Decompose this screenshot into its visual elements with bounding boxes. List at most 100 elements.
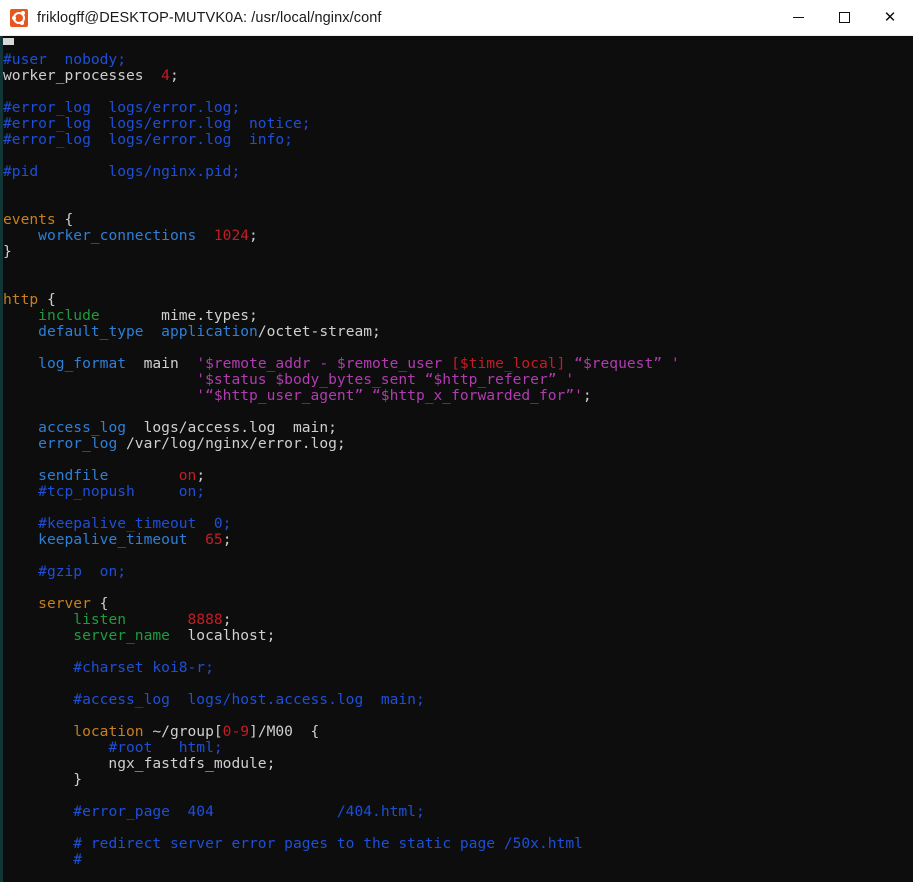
code-line[interactable]: #gzip on;: [0, 564, 913, 580]
code-line[interactable]: [0, 676, 913, 692]
code-line[interactable]: # redirect server error pages to the sta…: [0, 836, 913, 852]
code-line[interactable]: [0, 84, 913, 100]
code-token: sendfile: [38, 467, 109, 484]
code-line[interactable]: access_log logs/access.log main;: [0, 420, 913, 436]
vim-editor-buffer[interactable]: #user nobody; worker_processes 4; #error_…: [0, 36, 913, 882]
code-token: /var/log/nginx/error.log;: [117, 435, 346, 452]
code-token: events: [3, 211, 56, 228]
code-line[interactable]: #error_log logs/error.log;: [0, 100, 913, 116]
code-line[interactable]: ngx_fastdfs_module;: [0, 756, 913, 772]
ubuntu-icon: [10, 8, 28, 27]
code-line[interactable]: server {: [0, 596, 913, 612]
code-token: [$time_local]: [451, 355, 566, 372]
window-controls: ✕: [775, 0, 913, 36]
code-line[interactable]: #root html;: [0, 740, 913, 756]
window-title-bar[interactable]: friklogff@DESKTOP-MUTVK0A: /usr/local/ng…: [0, 0, 913, 36]
code-token: ngx_fastdfs_module;: [3, 755, 276, 772]
code-line[interactable]: }: [0, 772, 913, 788]
code-line[interactable]: }: [0, 244, 913, 260]
close-button[interactable]: ✕: [867, 0, 913, 36]
code-token: '$status $body_bytes_sent “$http_referer…: [196, 371, 575, 388]
code-token: #error_log logs/error.log notice;: [3, 115, 311, 132]
code-token: #root html;: [108, 739, 223, 756]
code-token: ;: [582, 387, 592, 404]
code-line[interactable]: include mime.types;: [0, 308, 913, 324]
code-token: #: [73, 851, 83, 868]
code-line[interactable]: '“$http_user_agent” “$http_x_forwarded_f…: [0, 388, 913, 404]
code-line[interactable]: [0, 644, 913, 660]
code-token: ': [670, 355, 680, 372]
code-line[interactable]: [0, 548, 913, 564]
code-line[interactable]: listen 8888;: [0, 612, 913, 628]
maximize-button[interactable]: [821, 0, 867, 36]
code-token: {: [38, 291, 56, 308]
code-line[interactable]: [0, 404, 913, 420]
code-token: default_type: [38, 323, 144, 340]
code-line[interactable]: keepalive_timeout 65;: [0, 532, 913, 548]
code-token: #keepalive_timeout 0;: [38, 515, 232, 532]
code-token: /octet-stream;: [257, 323, 381, 340]
code-line[interactable]: #charset koi8-r;: [0, 660, 913, 676]
code-line[interactable]: #error_log logs/error.log info;: [0, 132, 913, 148]
code-line[interactable]: #error_log logs/error.log notice;: [0, 116, 913, 132]
code-line[interactable]: log_format main '$remote_addr - $remote_…: [0, 356, 913, 372]
code-token: worker_processes: [3, 67, 162, 84]
code-line[interactable]: [0, 820, 913, 836]
code-line[interactable]: [0, 788, 913, 804]
code-line[interactable]: events {: [0, 212, 913, 228]
code-line[interactable]: server_name localhost;: [0, 628, 913, 644]
code-line[interactable]: worker_connections 1024;: [0, 228, 913, 244]
code-token: }: [3, 243, 12, 260]
code-line[interactable]: worker_processes 4;: [0, 68, 913, 84]
code-line[interactable]: [0, 260, 913, 276]
code-line[interactable]: #user nobody;: [0, 52, 913, 68]
terminal-window[interactable]: #user nobody; worker_processes 4; #error_…: [0, 36, 913, 882]
code-token: mime.types;: [99, 307, 258, 324]
code-line[interactable]: [0, 708, 913, 724]
code-line[interactable]: [0, 276, 913, 292]
code-line[interactable]: [0, 180, 913, 196]
code-token: #error_page 404 /404.html;: [73, 803, 425, 820]
code-token: log_format: [38, 355, 127, 372]
code-token: 0-9: [222, 723, 250, 740]
code-token: logs/access.log main;: [126, 419, 337, 436]
maximize-icon: [838, 12, 850, 23]
code-line[interactable]: [0, 500, 913, 516]
code-line[interactable]: [0, 340, 913, 356]
code-line[interactable]: #tcp_nopush on;: [0, 484, 913, 500]
code-token: {: [90, 595, 109, 612]
window-title: friklogff@DESKTOP-MUTVK0A: /usr/local/ng…: [37, 9, 382, 26]
code-line[interactable]: default_type application/octet-stream;: [0, 324, 913, 340]
code-token: server_name: [73, 627, 170, 644]
code-line[interactable]: [0, 580, 913, 596]
code-line[interactable]: '$status $body_bytes_sent “$http_referer…: [0, 372, 913, 388]
code-line[interactable]: http {: [0, 292, 913, 308]
code-line[interactable]: [0, 36, 913, 52]
code-line[interactable]: #keepalive_timeout 0;: [0, 516, 913, 532]
code-line[interactable]: #: [0, 852, 913, 868]
code-line[interactable]: error_log /var/log/nginx/error.log;: [0, 436, 913, 452]
code-line[interactable]: [0, 452, 913, 468]
code-line[interactable]: #access_log logs/host.access.log main;: [0, 692, 913, 708]
code-line[interactable]: [0, 196, 913, 212]
code-line[interactable]: sendfile on;: [0, 468, 913, 484]
code-line[interactable]: #pid logs/nginx.pid;: [0, 164, 913, 180]
minimize-button[interactable]: [775, 0, 821, 36]
code-line[interactable]: #error_page 404 /404.html;: [0, 804, 913, 820]
code-line[interactable]: location ~/group[0-9]/M00 {: [0, 724, 913, 740]
code-line[interactable]: [0, 148, 913, 164]
